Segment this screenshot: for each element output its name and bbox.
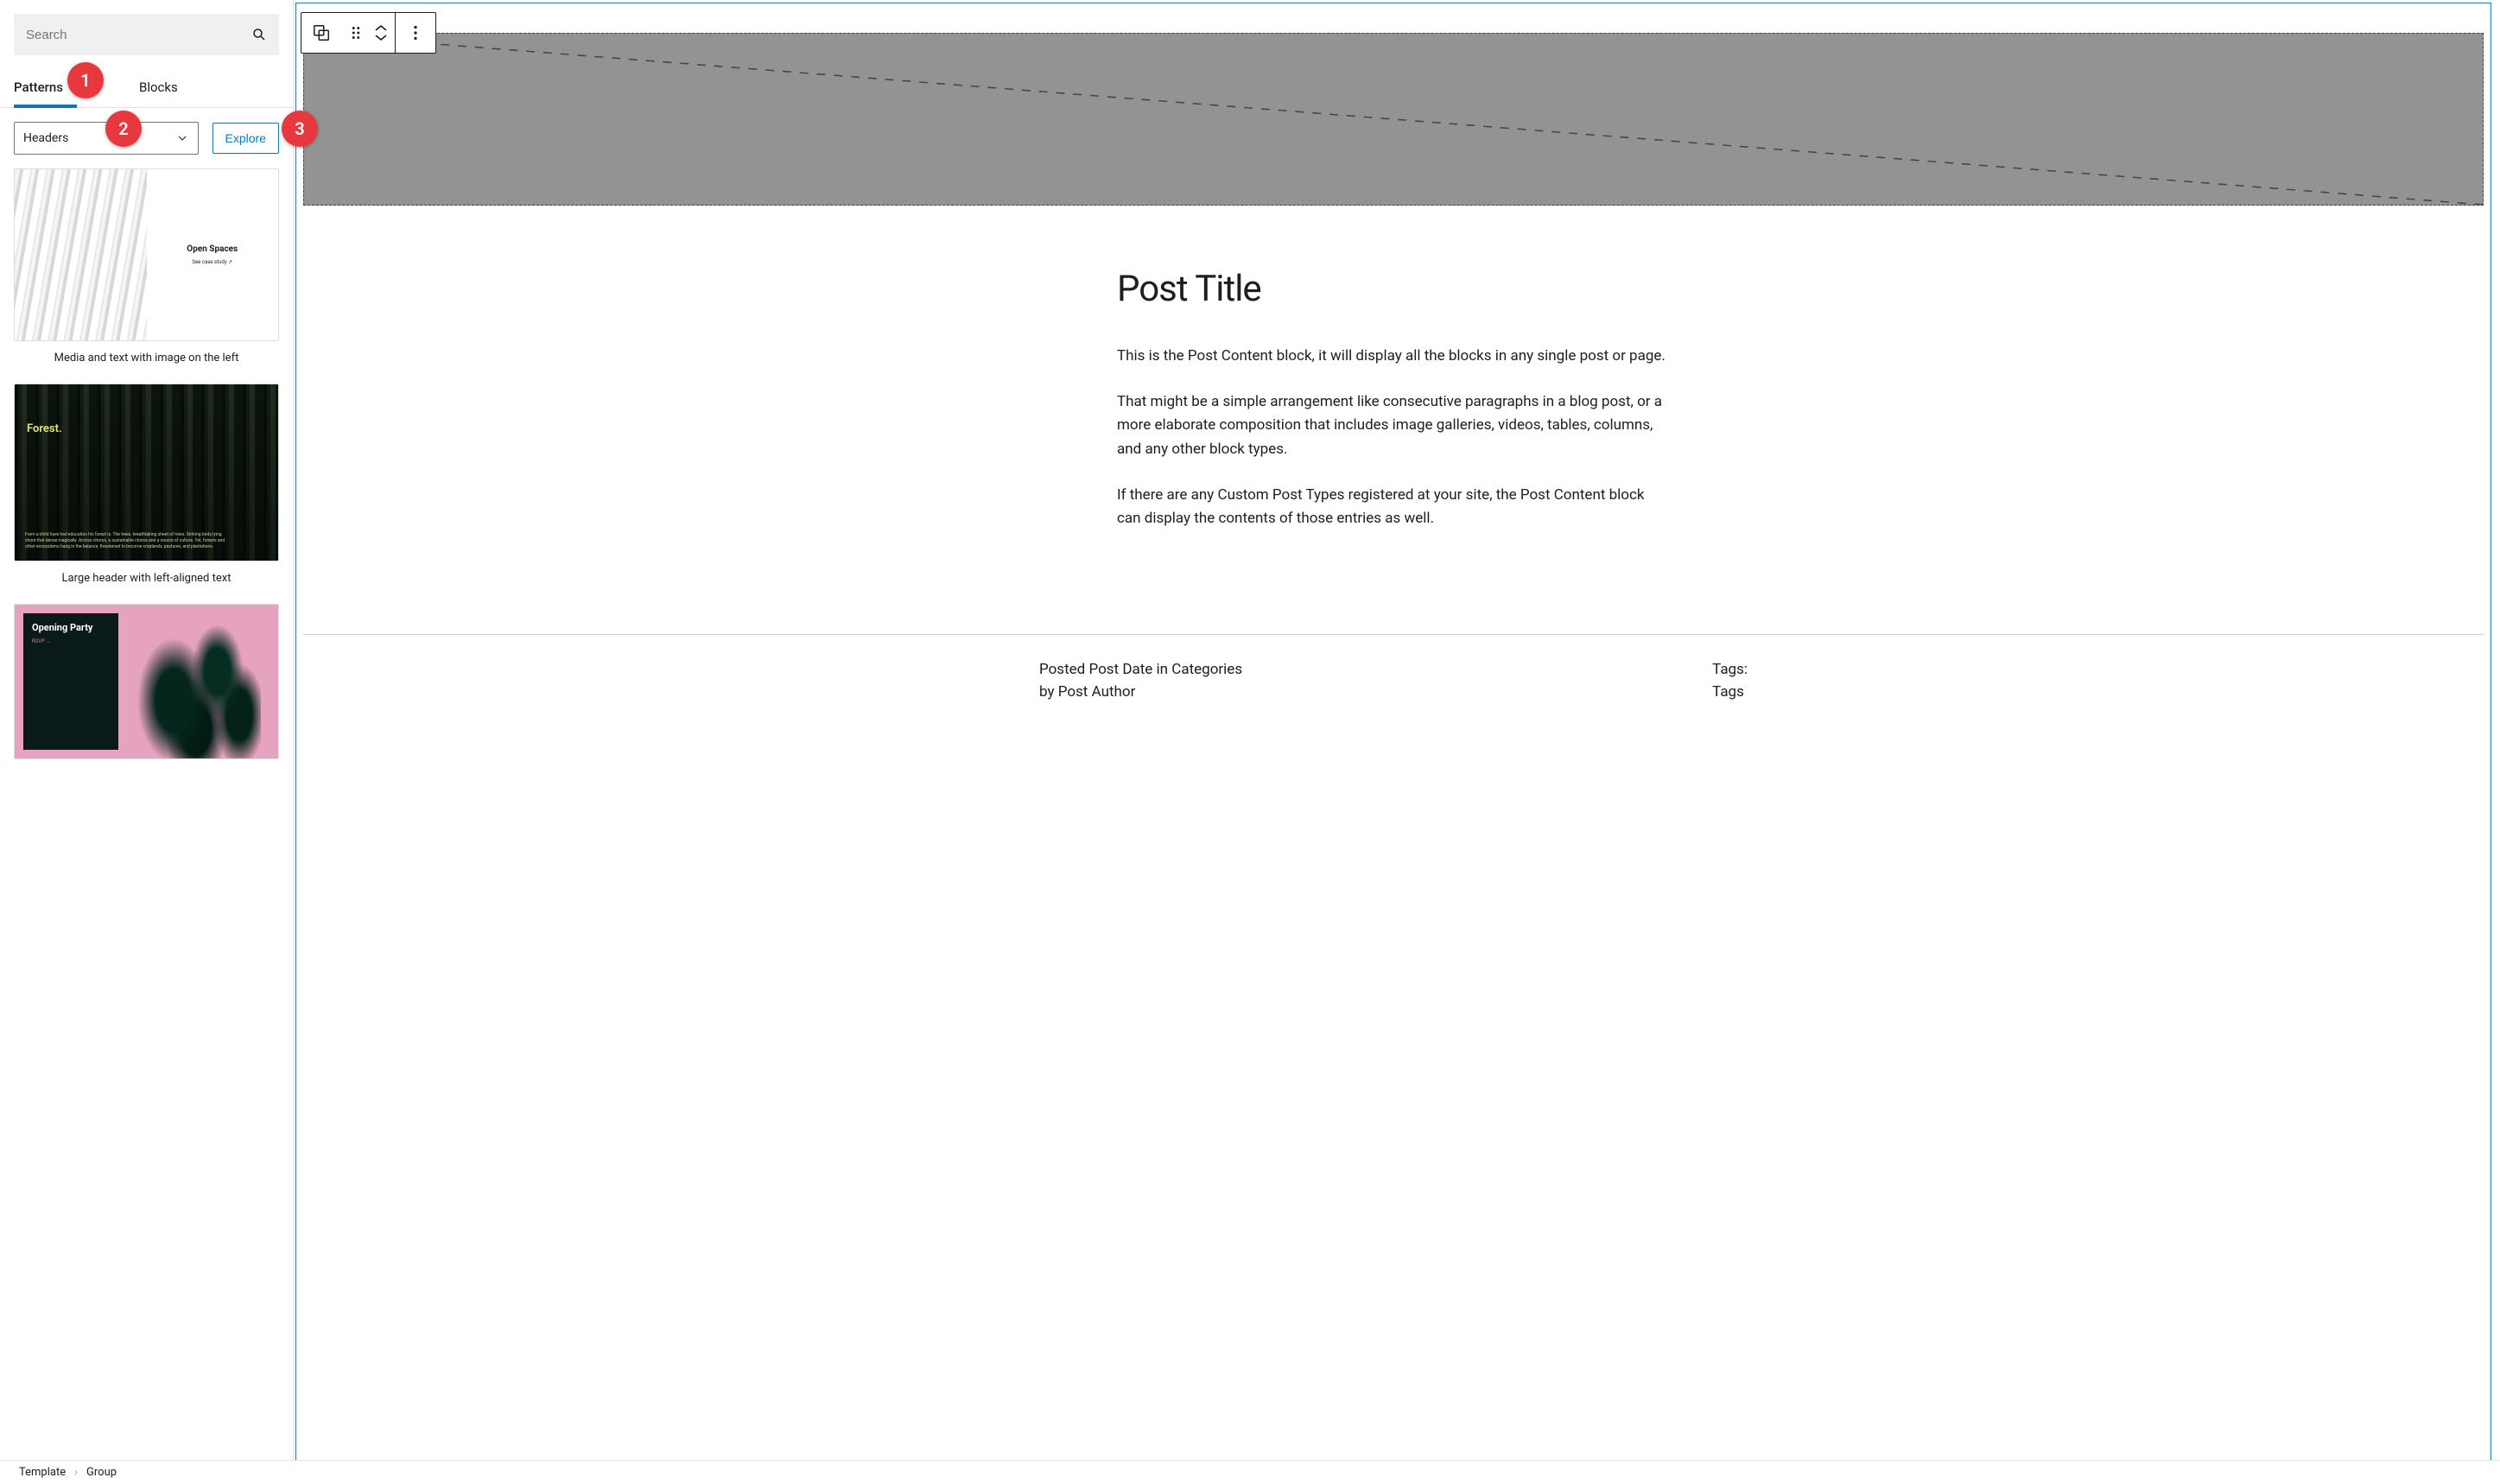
post-content-area: Post Title This is the Post Content bloc… bbox=[1117, 268, 1670, 530]
pattern-preview-image bbox=[116, 613, 261, 758]
chevron-right-icon: › bbox=[74, 1466, 78, 1479]
separator bbox=[303, 634, 2484, 635]
more-vertical-icon bbox=[406, 23, 425, 42]
pattern-preview[interactable]: Opening Party RSVP → bbox=[14, 604, 279, 759]
post-tags[interactable]: Tags bbox=[1712, 683, 1748, 701]
pattern-item[interactable]: Opening Party RSVP → bbox=[14, 604, 279, 759]
annotation-bubble-3: 3 bbox=[282, 111, 318, 147]
drag-handle[interactable] bbox=[341, 13, 371, 53]
move-down-button[interactable] bbox=[375, 34, 387, 41]
post-title[interactable]: Post Title bbox=[1117, 268, 1670, 310]
post-paragraph: This is the Post Content block, it will … bbox=[1117, 345, 1670, 368]
by-label: by bbox=[1039, 683, 1055, 701]
preview-heading: Forest. bbox=[27, 422, 62, 435]
pattern-caption: Media and text with image on the left bbox=[14, 341, 279, 365]
category-selected-label: Headers bbox=[23, 131, 68, 145]
pattern-caption: Large header with left-aligned text bbox=[14, 561, 279, 585]
block-type-button[interactable] bbox=[301, 13, 341, 53]
breadcrumb-root[interactable]: Template bbox=[19, 1466, 66, 1479]
editor-canvas[interactable]: Post Title This is the Post Content bloc… bbox=[294, 0, 2500, 1484]
chevron-down-icon bbox=[175, 131, 189, 145]
preview-heading: Opening Party bbox=[32, 622, 110, 633]
post-date[interactable]: Post Date bbox=[1088, 661, 1152, 678]
inserter-tabs: Patterns Blocks bbox=[0, 69, 293, 108]
pattern-preview[interactable]: Forest. From a child have had education … bbox=[14, 384, 279, 561]
featured-image-placeholder[interactable] bbox=[303, 33, 2484, 206]
placeholder-diagonal-icon bbox=[304, 34, 2483, 205]
inserter-sidebar: Patterns Blocks Headers Explore Open Spa… bbox=[0, 0, 294, 1484]
pattern-preview-image bbox=[15, 169, 147, 340]
patterns-list[interactable]: Open Spaces See case study ↗ Media and t… bbox=[0, 168, 293, 1484]
post-paragraph: If there are any Custom Post Types regis… bbox=[1117, 484, 1670, 530]
pattern-preview-text: Open Spaces See case study ↗ bbox=[147, 169, 279, 340]
search-box[interactable] bbox=[14, 14, 279, 55]
selected-group-block[interactable]: Post Title This is the Post Content bloc… bbox=[295, 3, 2491, 1484]
posted-label: Posted bbox=[1039, 661, 1085, 678]
group-icon bbox=[312, 23, 331, 42]
block-options-button[interactable] bbox=[396, 13, 435, 53]
annotation-bubble-1: 1 bbox=[67, 62, 104, 98]
block-toolbar bbox=[301, 12, 436, 54]
drag-icon bbox=[346, 23, 365, 42]
post-paragraph: That might be a simple arrangement like … bbox=[1117, 390, 1670, 461]
post-author[interactable]: Post Author bbox=[1058, 683, 1136, 701]
post-meta-row: Posted Post Date in Categories by Post A… bbox=[1039, 661, 1748, 701]
pattern-item[interactable]: Forest. From a child have had education … bbox=[14, 384, 279, 585]
explore-button[interactable]: Explore bbox=[213, 123, 279, 154]
search-input[interactable] bbox=[26, 28, 251, 42]
annotation-bubble-2: 2 bbox=[105, 111, 142, 147]
post-content-block[interactable]: This is the Post Content block, it will … bbox=[1117, 345, 1670, 530]
preview-heading: Open Spaces bbox=[187, 244, 238, 254]
block-breadcrumb: Template › Group bbox=[0, 1460, 2500, 1484]
breadcrumb-current[interactable]: Group bbox=[86, 1466, 117, 1479]
tags-label: Tags: bbox=[1712, 661, 1748, 678]
preview-subtext: RSVP → bbox=[32, 638, 110, 644]
pattern-item[interactable]: Open Spaces See case study ↗ Media and t… bbox=[14, 168, 279, 365]
preview-subtext: See case study ↗ bbox=[192, 259, 232, 265]
in-label: in bbox=[1157, 661, 1169, 678]
move-up-button[interactable] bbox=[375, 25, 387, 32]
search-icon bbox=[251, 27, 267, 42]
pattern-preview[interactable]: Open Spaces See case study ↗ bbox=[14, 168, 279, 341]
tab-blocks[interactable]: Blocks bbox=[139, 69, 192, 107]
preview-body-text: From a child have had education his fore… bbox=[25, 532, 232, 550]
post-categories[interactable]: Categories bbox=[1171, 661, 1242, 678]
